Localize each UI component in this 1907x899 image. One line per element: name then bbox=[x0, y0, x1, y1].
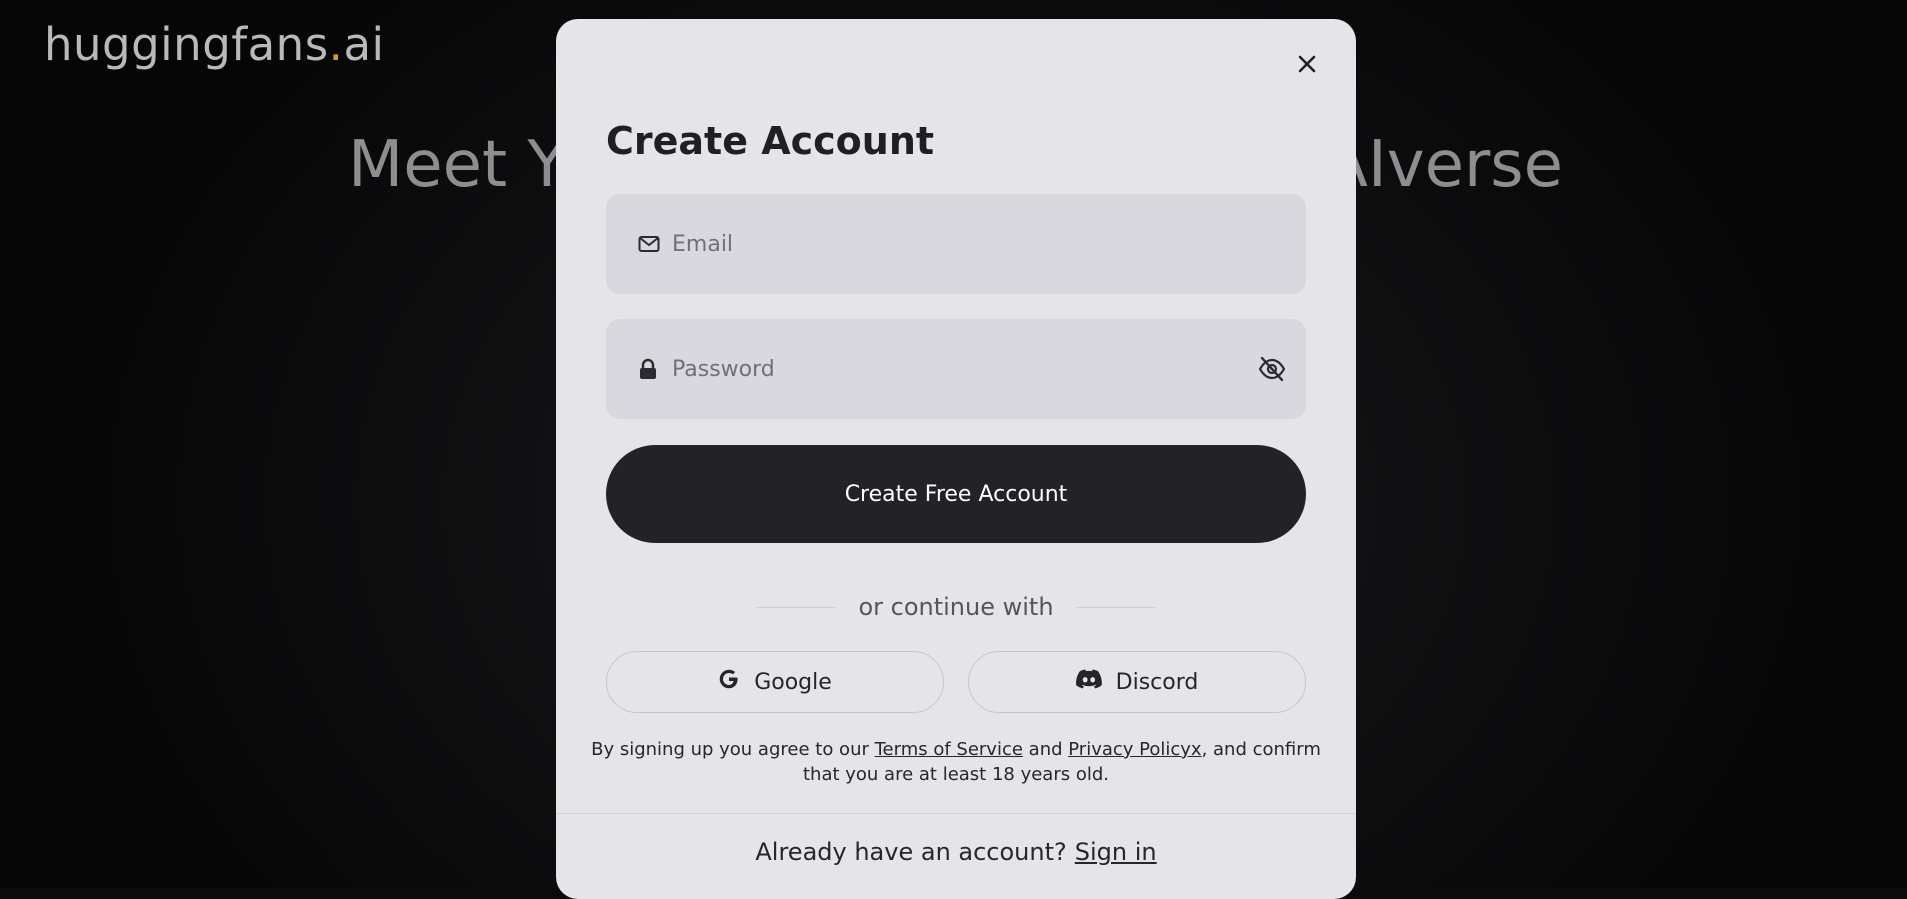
google-signin-button[interactable]: Google bbox=[606, 651, 944, 713]
logo-tld: ai bbox=[343, 18, 384, 71]
discord-label: Discord bbox=[1116, 670, 1199, 695]
eye-off-icon[interactable] bbox=[1258, 356, 1286, 382]
create-account-button[interactable]: Create Free Account bbox=[606, 445, 1306, 543]
hero-text-right: AIverse bbox=[1324, 128, 1563, 202]
google-icon bbox=[718, 668, 740, 696]
sign-in-link[interactable]: Sign in bbox=[1075, 838, 1157, 866]
logo[interactable]: huggingfans.ai bbox=[44, 18, 385, 71]
legal-notice: By signing up you agree to our Terms of … bbox=[586, 737, 1326, 787]
or-divider: or continue with bbox=[756, 593, 1156, 621]
password-input[interactable] bbox=[672, 357, 1306, 382]
modal-title: Create Account bbox=[606, 119, 934, 163]
terms-of-service-link[interactable]: Terms of Service bbox=[875, 739, 1023, 760]
password-field-container bbox=[606, 319, 1306, 419]
email-input[interactable] bbox=[672, 232, 1306, 257]
lock-icon bbox=[638, 358, 660, 380]
legal-and: and bbox=[1023, 739, 1068, 760]
divider-line-right bbox=[1076, 607, 1156, 608]
close-icon[interactable] bbox=[1292, 49, 1322, 79]
privacy-policy-link[interactable]: Privacy Policyx bbox=[1068, 739, 1201, 760]
google-label: Google bbox=[754, 670, 832, 695]
discord-icon bbox=[1076, 669, 1102, 695]
signup-modal: Create Account Create Free Account or co… bbox=[556, 19, 1356, 899]
footer-question: Already have an account? bbox=[755, 838, 1066, 866]
modal-footer: Already have an account? Sign in bbox=[556, 813, 1356, 899]
mail-icon bbox=[638, 233, 660, 255]
logo-dot: . bbox=[329, 18, 344, 71]
discord-signin-button[interactable]: Discord bbox=[968, 651, 1306, 713]
divider-line-left bbox=[756, 607, 836, 608]
logo-name: huggingfans bbox=[44, 18, 329, 71]
divider-text: or continue with bbox=[858, 593, 1053, 621]
legal-prefix: By signing up you agree to our bbox=[591, 739, 875, 760]
email-field-container bbox=[606, 194, 1306, 294]
